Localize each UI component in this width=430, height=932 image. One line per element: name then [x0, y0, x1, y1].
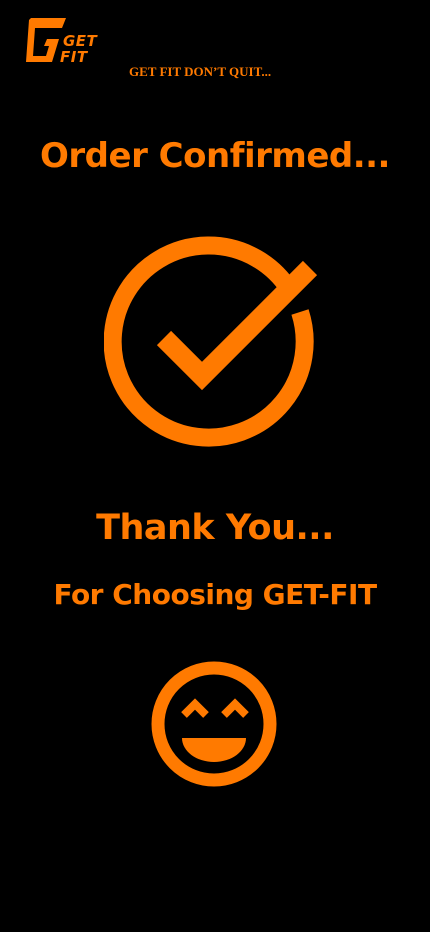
- logo-word-get: GET: [63, 32, 98, 50]
- logo-word-fit: FIT: [60, 48, 88, 66]
- order-confirmed-title: Order Confirmed...: [40, 136, 390, 176]
- brand-tagline: GET FIT DON’T QUIT...: [129, 64, 272, 79]
- check-circle-icon: [103, 234, 326, 452]
- smiling-face-icon: [148, 658, 280, 790]
- brand-header: GET FIT GET FIT DON’T QUIT...: [22, 16, 271, 79]
- get-fit-logo: GET FIT: [22, 16, 106, 66]
- choosing-getfit-subtitle: For Choosing GET-FIT: [53, 578, 377, 611]
- thank-you-heading: Thank You...: [96, 508, 334, 548]
